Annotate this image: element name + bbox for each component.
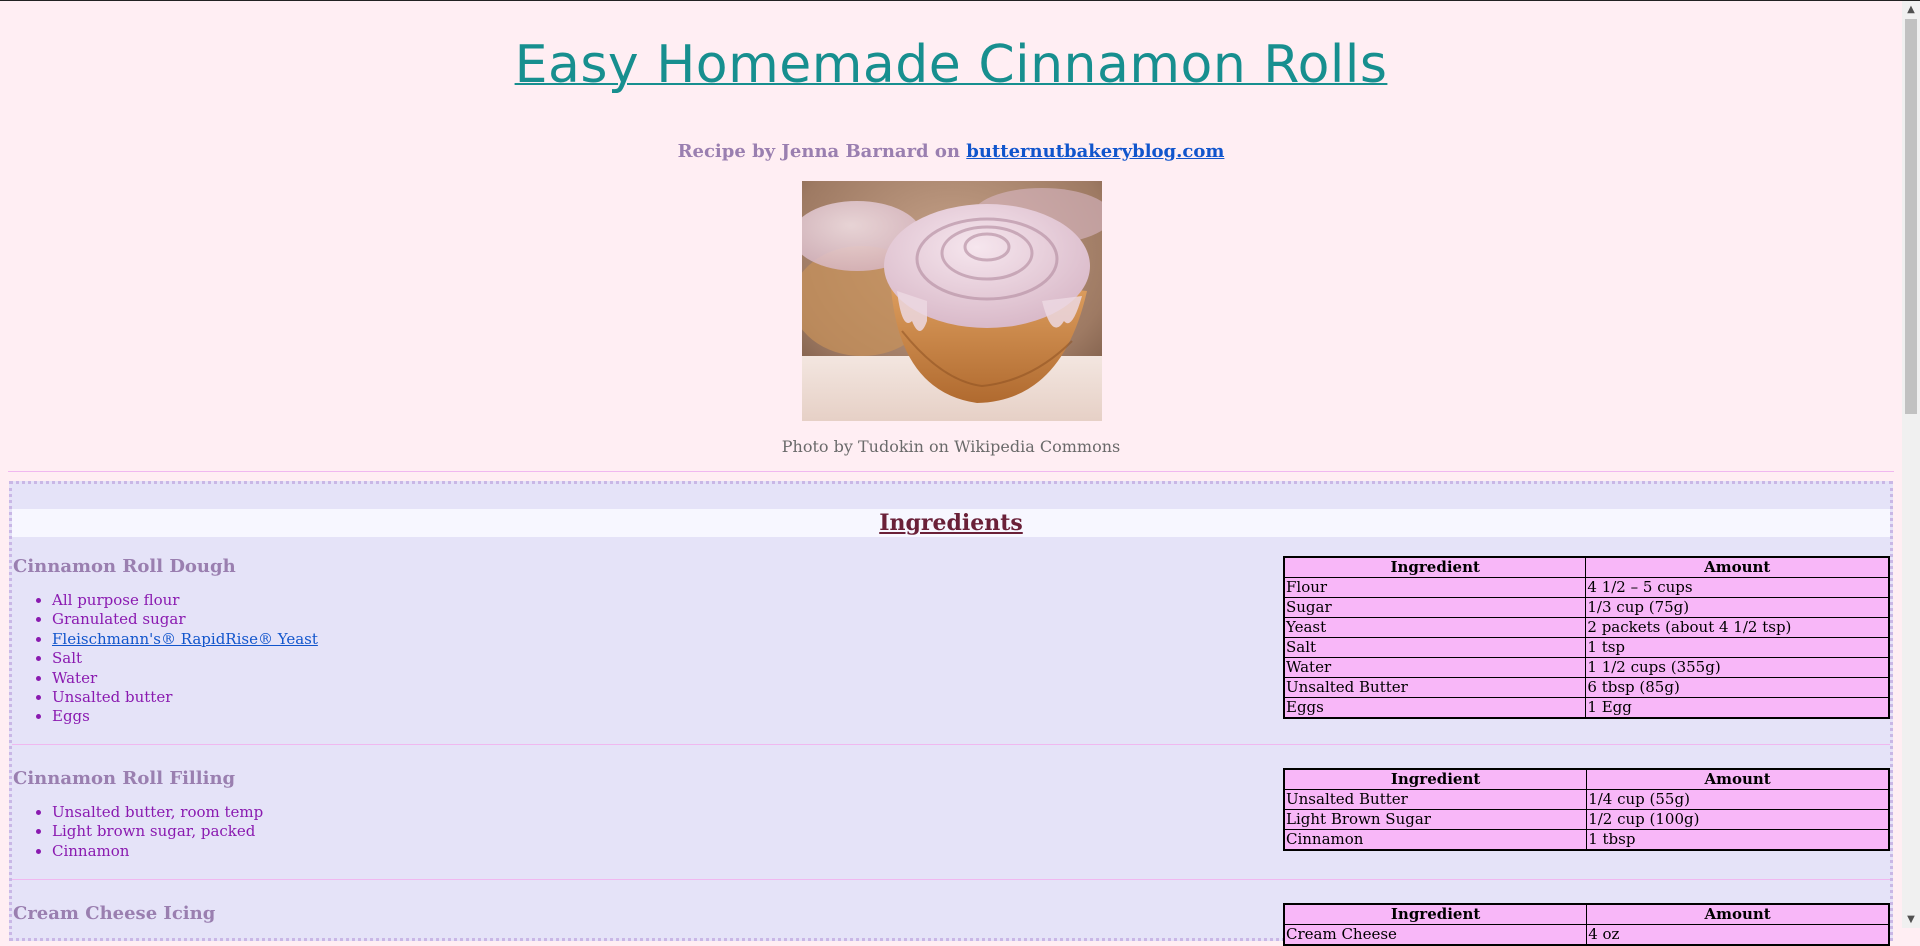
table-header-row: Ingredient Amount bbox=[1283, 903, 1890, 925]
table-cell: 6 tbsp (85g) bbox=[1585, 677, 1890, 698]
list-item: Granulated sugar bbox=[52, 610, 318, 629]
section-divider bbox=[12, 744, 1890, 745]
table-row: Cinnamon 1 tbsp bbox=[1283, 829, 1890, 851]
table-cell: 1 tsp bbox=[1585, 637, 1890, 658]
list-item: All purpose flour bbox=[52, 591, 318, 610]
vertical-scrollbar[interactable]: ▲ ▼ bbox=[1902, 1, 1920, 928]
table-cell: Cream Cheese bbox=[1283, 924, 1588, 946]
divider bbox=[8, 471, 1894, 472]
column-header: Amount bbox=[1585, 556, 1890, 578]
list-item: Salt bbox=[52, 649, 318, 668]
table-header-row: Ingredient Amount bbox=[1283, 556, 1890, 578]
table-cell: Sugar bbox=[1283, 597, 1587, 618]
section-title: Cream Cheese Icing bbox=[13, 903, 216, 924]
table-row: Water 1 1/2 cups (355g) bbox=[1283, 657, 1890, 678]
table-cell: 1/3 cup (75g) bbox=[1585, 597, 1890, 618]
table-row: Eggs 1 Egg bbox=[1283, 697, 1890, 719]
table-row: Unsalted Butter 1/4 cup (55g) bbox=[1283, 789, 1890, 810]
table-row: Light Brown Sugar 1/2 cup (100g) bbox=[1283, 809, 1890, 830]
table-cell: 4 1/2 – 5 cups bbox=[1585, 577, 1890, 598]
table-cell: 2 packets (about 4 1/2 tsp) bbox=[1585, 617, 1890, 638]
table-cell: 1 tbsp bbox=[1586, 829, 1890, 851]
cinnamon-roll-image bbox=[802, 181, 1102, 421]
table-cell: Flour bbox=[1283, 577, 1587, 598]
photo-caption: Photo by Tudokin on Wikipedia Commons bbox=[781, 437, 1121, 456]
section-divider bbox=[12, 879, 1890, 880]
section-title: Cinnamon Roll Filling bbox=[13, 768, 236, 789]
list-item: Cinnamon bbox=[52, 842, 263, 861]
table-cell: Water bbox=[1283, 657, 1587, 678]
amount-table: Ingredient Amount Unsalted Butter 1/4 cup… bbox=[1283, 768, 1890, 851]
ingredient-list: All purpose flour Granulated sugar Fleis… bbox=[12, 591, 318, 727]
column-header: Amount bbox=[1586, 768, 1890, 790]
table-cell: 1/4 cup (55g) bbox=[1586, 789, 1890, 810]
scrollbar-thumb[interactable] bbox=[1905, 19, 1917, 414]
ingredient-list: Unsalted butter, room temp Light brown s… bbox=[12, 803, 263, 861]
table-header-row: Ingredient Amount bbox=[1283, 768, 1890, 790]
table-cell: 1/2 cup (100g) bbox=[1586, 809, 1890, 830]
column-header: Ingredient bbox=[1283, 903, 1588, 925]
page-title: Easy Homemade Cinnamon Rolls bbox=[514, 35, 1388, 95]
list-item: Unsalted butter bbox=[52, 688, 318, 707]
list-item: Unsalted butter, room temp bbox=[52, 803, 263, 822]
table-cell: 4 oz bbox=[1586, 924, 1890, 946]
cinnamon-roll-photo bbox=[802, 181, 1102, 421]
list-item: Water bbox=[52, 669, 318, 688]
table-cell: 1 1/2 cups (355g) bbox=[1585, 657, 1890, 678]
scroll-up-arrow-icon[interactable]: ▲ bbox=[1902, 1, 1920, 18]
table-row: Yeast 2 packets (about 4 1/2 tsp) bbox=[1283, 617, 1890, 638]
table-cell: Unsalted Butter bbox=[1283, 789, 1588, 810]
ingredients-heading: Ingredients bbox=[12, 509, 1890, 537]
ingredients-panel: Ingredients Cinnamon Roll Dough All purp… bbox=[9, 481, 1893, 946]
recipe-byline: Recipe by Jenna Barnard on butternutbake… bbox=[0, 141, 1902, 162]
list-item: Light brown sugar, packed bbox=[52, 822, 263, 841]
scroll-down-arrow-icon[interactable]: ▼ bbox=[1902, 911, 1920, 928]
table-row: Salt 1 tsp bbox=[1283, 637, 1890, 658]
source-link[interactable]: butternutbakeryblog.com bbox=[966, 141, 1224, 162]
table-cell: Light Brown Sugar bbox=[1283, 809, 1588, 830]
table-cell: Salt bbox=[1283, 637, 1587, 658]
column-header: Amount bbox=[1586, 903, 1890, 925]
table-row: Flour 4 1/2 – 5 cups bbox=[1283, 577, 1890, 598]
amount-table: Ingredient Amount Cream Cheese 4 oz bbox=[1283, 903, 1890, 946]
table-cell: Yeast bbox=[1283, 617, 1587, 638]
table-row: Cream Cheese 4 oz bbox=[1283, 924, 1890, 946]
list-item: Fleischmann's® RapidRise® Yeast bbox=[52, 630, 318, 649]
yeast-link[interactable]: Fleischmann's® RapidRise® Yeast bbox=[52, 630, 318, 648]
page: Easy Homemade Cinnamon Rolls Recipe by J… bbox=[0, 1, 1902, 946]
table-row: Sugar 1/3 cup (75g) bbox=[1283, 597, 1890, 618]
column-header: Ingredient bbox=[1283, 768, 1588, 790]
column-header: Ingredient bbox=[1283, 556, 1587, 578]
table-cell: Cinnamon bbox=[1283, 829, 1588, 851]
table-cell: Eggs bbox=[1283, 697, 1587, 719]
table-row: Unsalted Butter 6 tbsp (85g) bbox=[1283, 677, 1890, 698]
byline-text: Recipe by Jenna Barnard on bbox=[677, 141, 960, 162]
table-cell: Unsalted Butter bbox=[1283, 677, 1587, 698]
list-item: Eggs bbox=[52, 707, 318, 726]
amount-table: Ingredient Amount Flour 4 1/2 – 5 cups Su… bbox=[1283, 556, 1890, 719]
section-title: Cinnamon Roll Dough bbox=[13, 556, 236, 577]
table-cell: 1 Egg bbox=[1585, 697, 1890, 719]
